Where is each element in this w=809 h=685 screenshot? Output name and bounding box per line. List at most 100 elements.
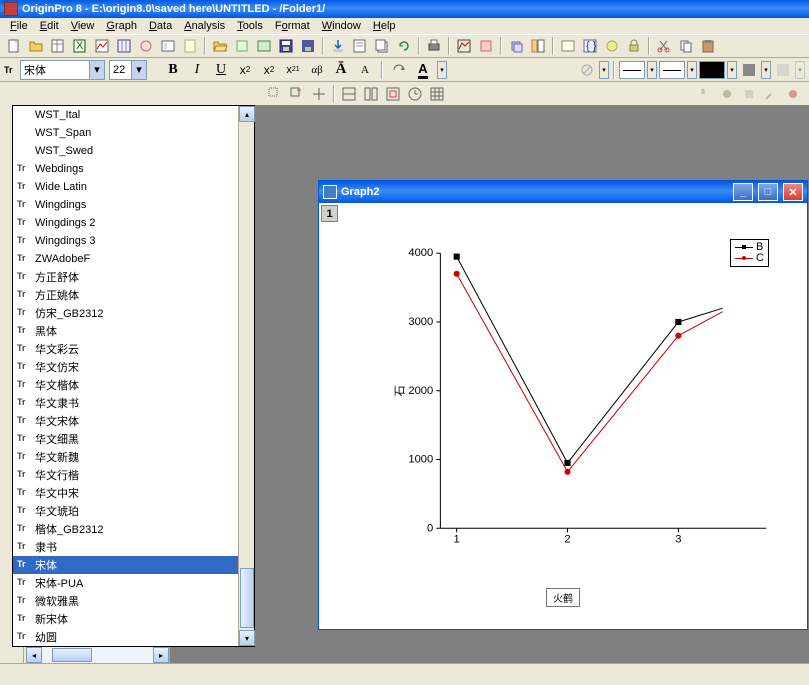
rescale-button[interactable] (454, 36, 474, 56)
font-option[interactable]: WST_Swed (13, 142, 238, 160)
font-option[interactable]: TrWingdings 2 (13, 214, 238, 232)
menu-data[interactable]: Data (143, 20, 178, 32)
refresh-button[interactable] (394, 36, 414, 56)
new-notes-button[interactable] (180, 36, 200, 56)
font-option[interactable]: WST_Span (13, 124, 238, 142)
gradient-button[interactable] (773, 60, 793, 80)
font-option[interactable]: Tr新宋体 (13, 610, 238, 628)
new-layout-button[interactable] (158, 36, 178, 56)
merge-button[interactable] (339, 84, 359, 104)
font-option[interactable]: Tr华文楷体 (13, 376, 238, 394)
new-project-button[interactable] (4, 36, 24, 56)
layer-badge[interactable]: 1 (321, 205, 338, 222)
fill-color-dropdown-icon[interactable]: ▾ (727, 61, 737, 79)
close-button[interactable]: ✕ (783, 183, 803, 201)
minimize-button[interactable]: _ (733, 183, 753, 201)
x-axis-label[interactable]: 火鹤 (546, 588, 580, 607)
zoom-region-button[interactable] (287, 84, 307, 104)
font-dropdown-list[interactable]: WST_ItalWST_SpanWST_SwedTrWebdingsTrWide… (12, 105, 255, 647)
font-option[interactable]: Tr华文宋体 (13, 412, 238, 430)
record-button[interactable] (783, 84, 803, 104)
font-option[interactable]: Tr华文细黑 (13, 430, 238, 448)
font-option[interactable]: Tr黑体 (13, 322, 238, 340)
font-option[interactable]: TrWide Latin (13, 178, 238, 196)
pattern-button[interactable] (739, 60, 759, 80)
datareader-button[interactable] (309, 84, 329, 104)
font-option[interactable]: TrWebdings (13, 160, 238, 178)
font-option[interactable]: Tr宋体-PUA (13, 574, 238, 592)
line-style-dropdown-icon[interactable]: ▾ (599, 61, 609, 79)
cut-button[interactable] (654, 36, 674, 56)
font-option[interactable]: Tr华文新魏 (13, 448, 238, 466)
font-option[interactable]: Tr方正舒体 (13, 268, 238, 286)
code-builder-button[interactable]: { } (580, 36, 600, 56)
font-option[interactable]: Tr华文隶书 (13, 394, 238, 412)
font-option[interactable]: Tr宋体 (13, 556, 238, 574)
font-option[interactable]: Tr华文彩云 (13, 340, 238, 358)
grid-button[interactable] (427, 84, 447, 104)
line-style-none-button[interactable] (577, 60, 597, 80)
subscript-button[interactable]: x2 (259, 60, 279, 80)
font-size-combo[interactable]: 22 ▾ (109, 60, 147, 80)
graph-window[interactable]: Graph2 _ □ ✕ 1 01000200030004000123石 B C (318, 180, 808, 630)
menu-file[interactable]: File (4, 20, 34, 32)
axis-button[interactable] (383, 84, 403, 104)
font-option[interactable]: TrWingdings (13, 196, 238, 214)
font-option[interactable]: TrZWAdobeF (13, 250, 238, 268)
scroll-thumb[interactable] (52, 648, 92, 662)
superscript-button[interactable]: x2 (235, 60, 255, 80)
new-excel-button[interactable]: X (70, 36, 90, 56)
print-button[interactable] (424, 36, 444, 56)
scroll-left-button[interactable]: ◂ (26, 647, 42, 663)
add-layer-button[interactable] (476, 36, 496, 56)
menu-format[interactable]: Format (269, 20, 316, 32)
recalculate-button[interactable] (602, 36, 622, 56)
pattern-dropdown-icon[interactable]: ▾ (761, 61, 771, 79)
import-wizard-button[interactable] (328, 36, 348, 56)
menu-edit[interactable]: Edit (34, 20, 65, 32)
line-width-dropdown-icon[interactable]: ▾ (647, 61, 657, 79)
menu-window[interactable]: Window (316, 20, 367, 32)
grab-button[interactable] (739, 84, 759, 104)
greek-button[interactable]: αβ (307, 60, 327, 80)
project-explorer-button[interactable] (528, 36, 548, 56)
menu-analysis[interactable]: Analysis (178, 20, 231, 32)
open-button[interactable] (210, 36, 230, 56)
clock-button[interactable] (405, 84, 425, 104)
font-option[interactable]: WST_Ital (13, 106, 238, 124)
new-folder-button[interactable] (26, 36, 46, 56)
font-option[interactable]: Tr仿宋_GB2312 (13, 304, 238, 322)
scroll-up-button[interactable]: ▴ (239, 106, 255, 122)
zoom-out-button[interactable] (761, 84, 781, 104)
line-preview[interactable] (619, 61, 645, 79)
chart-legend[interactable]: B C (730, 239, 769, 267)
graph-window-titlebar[interactable]: Graph2 _ □ ✕ (319, 181, 807, 203)
import-ascii-button[interactable] (350, 36, 370, 56)
menu-graph[interactable]: Graph (100, 20, 143, 32)
paste-button[interactable] (698, 36, 718, 56)
zoom-tool-button[interactable] (265, 84, 285, 104)
font-option[interactable]: Tr华文琥珀 (13, 502, 238, 520)
decrease-font-button[interactable]: A (355, 60, 375, 80)
pan-button[interactable] (717, 84, 737, 104)
maximize-button[interactable]: □ (758, 183, 778, 201)
import-multiple-button[interactable] (372, 36, 392, 56)
gradient-dropdown-icon[interactable]: ▾ (795, 61, 805, 79)
menu-help[interactable]: Help (367, 20, 402, 32)
font-name-dropdown-icon[interactable]: ▾ (89, 61, 104, 79)
font-option[interactable]: Tr方正姚体 (13, 286, 238, 304)
duplicate-button[interactable] (506, 36, 526, 56)
font-scroll-thumb[interactable] (240, 568, 254, 628)
menu-tools[interactable]: Tools (231, 20, 269, 32)
underline-button[interactable]: U (211, 60, 231, 80)
font-option[interactable]: Tr幼圆 (13, 628, 238, 646)
font-color-button[interactable]: A (413, 60, 433, 80)
new-function-button[interactable] (136, 36, 156, 56)
italic-button[interactable]: I (187, 60, 207, 80)
open-template-button[interactable] (232, 36, 252, 56)
dash-dropdown-icon[interactable]: ▾ (687, 61, 697, 79)
results-log-button[interactable] (558, 36, 578, 56)
copy-button[interactable] (676, 36, 696, 56)
lock-button[interactable] (624, 36, 644, 56)
font-size-dropdown-icon[interactable]: ▾ (131, 61, 146, 79)
